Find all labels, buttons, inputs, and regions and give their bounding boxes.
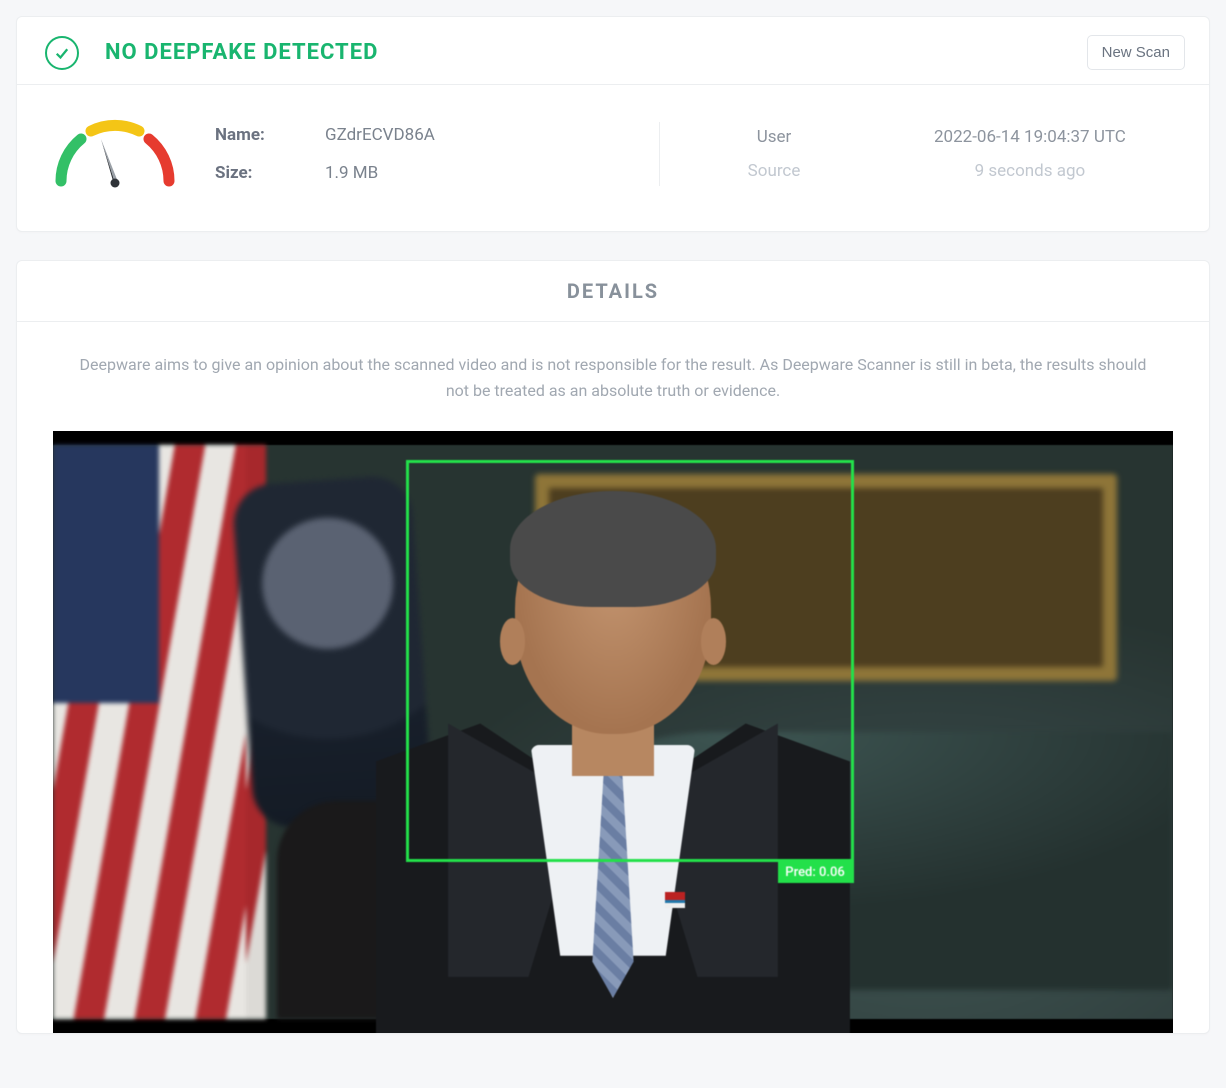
new-scan-button[interactable]: New Scan	[1087, 35, 1185, 70]
prediction-label: Pred: 0.06	[778, 862, 854, 883]
size-value: 1.9 MB	[325, 163, 635, 183]
result-title: NO DEEPFAKE DETECTED	[105, 40, 1087, 65]
result-body: Name: GZdrECVD86A Size: 1.9 MB User Sour…	[17, 85, 1209, 231]
meta-timestamp: 2022-06-14 19:04:37 UTC	[934, 127, 1126, 147]
disclaimer-text: Deepware aims to give an opinion about t…	[17, 322, 1209, 431]
scan-meta: User Source 2022-06-14 19:04:37 UTC 9 se…	[684, 127, 1126, 181]
details-title: DETAILS	[17, 279, 1209, 303]
meta-relative-time: 9 seconds ago	[975, 161, 1086, 181]
video-frame: Pred: 0.06	[53, 431, 1173, 1033]
result-card: NO DEEPFAKE DETECTED New Scan Name:	[16, 16, 1210, 232]
result-header: NO DEEPFAKE DETECTED New Scan	[17, 17, 1209, 85]
size-label: Size:	[215, 163, 325, 183]
frame-image: Pred: 0.06	[53, 445, 1173, 1019]
meta-type: User	[757, 127, 792, 147]
details-card: DETAILS Deepware aims to give an opinion…	[16, 260, 1210, 1034]
check-circle-icon	[45, 36, 79, 70]
divider	[659, 122, 660, 186]
name-label: Name:	[215, 125, 325, 145]
file-info: Name: GZdrECVD86A Size: 1.9 MB	[215, 125, 635, 183]
detection-bounding-box: Pred: 0.06	[406, 460, 854, 862]
details-header: DETAILS	[17, 261, 1209, 322]
meta-source: Source	[748, 161, 801, 181]
gauge-icon	[45, 107, 195, 201]
name-value: GZdrECVD86A	[325, 125, 635, 145]
